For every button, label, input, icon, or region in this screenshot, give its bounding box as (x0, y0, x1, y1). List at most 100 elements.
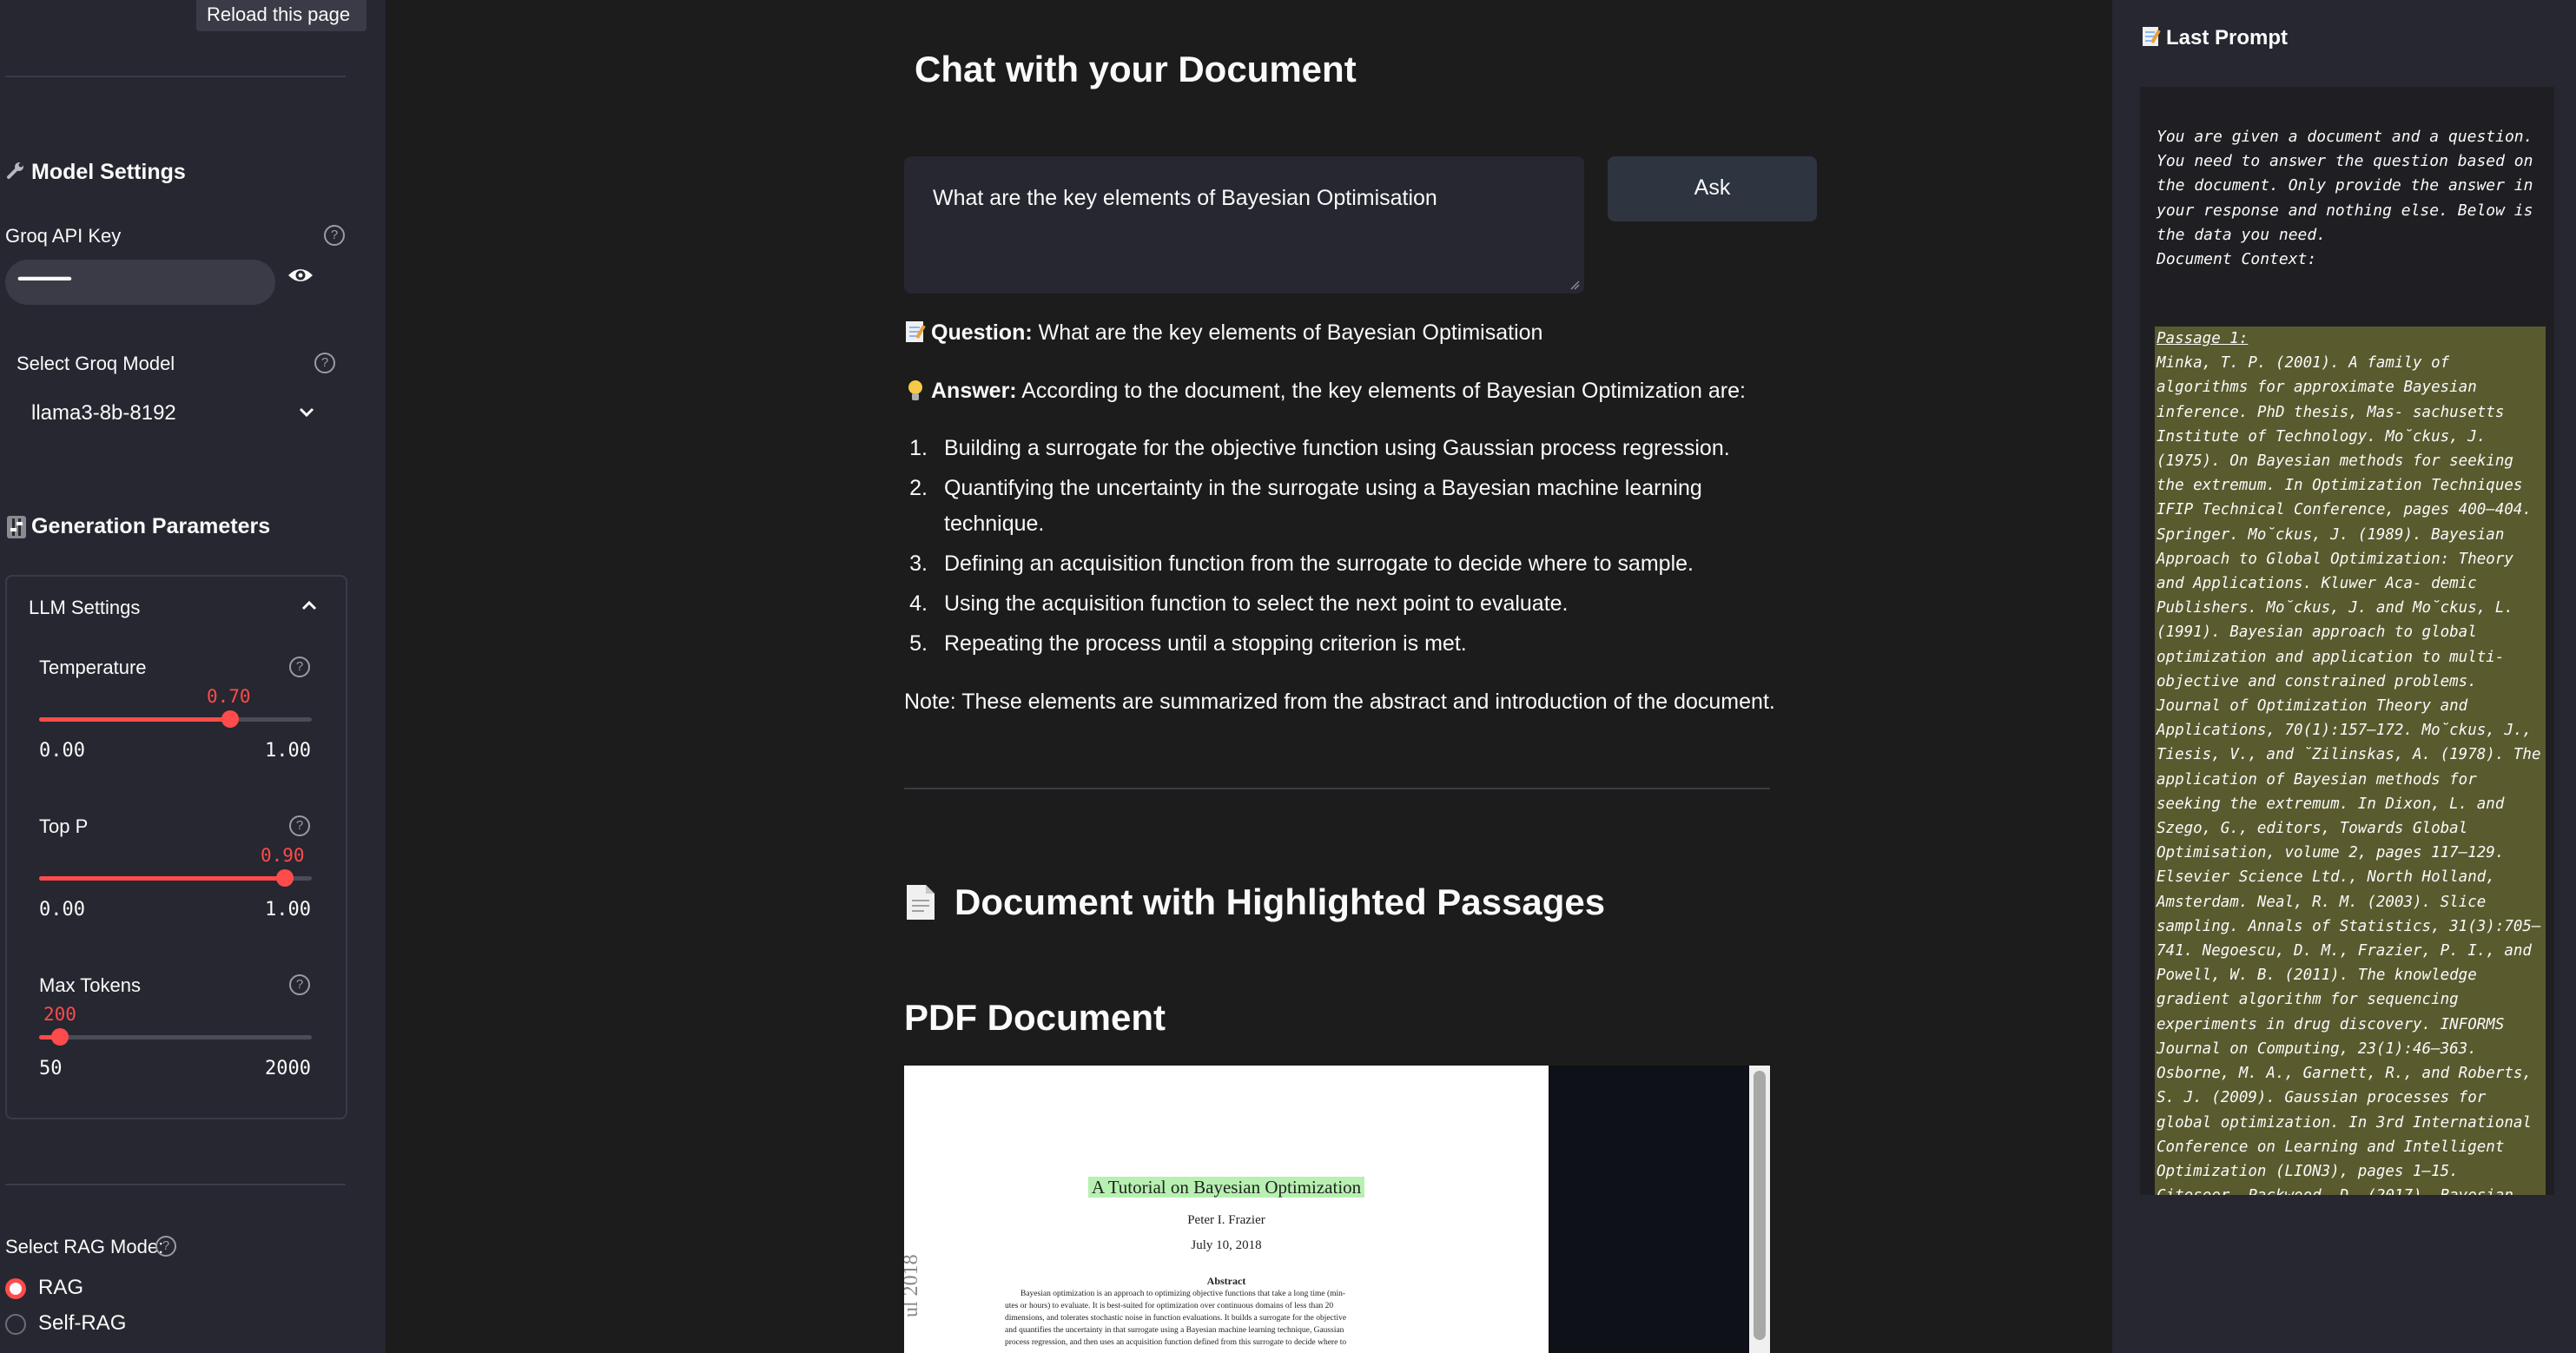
passage-line: Minka, T. P. (2001). A family of (2157, 354, 2450, 373)
pdf-side-text: ul 2018 (904, 1254, 922, 1317)
help-icon[interactable]: ? (324, 225, 345, 246)
passage-line: Publishers. Mo˘ckus, J. and Mo˘ckus, L. (2157, 599, 2513, 617)
pdf-scrollbar[interactable] (1749, 1066, 1770, 1353)
top-p-slider-fill (39, 876, 285, 881)
passage-line: and Applications. Kluwer Aca- demic (2157, 575, 2477, 593)
prompt-line: the data you need. (2157, 225, 2327, 244)
pdf-title: A Tutorial on Bayesian Optimization (904, 1177, 1549, 1198)
passage-line: Powell, W. B. (2011). The knowledge (2157, 967, 2477, 985)
prompt-line: You are given a document and a question. (2157, 128, 2533, 146)
passage-line: algorithms for approximate Bayesian (2157, 379, 2477, 397)
pdf-abstract-line: utes or hours) to evaluate. It is best-s… (1005, 1302, 1334, 1310)
help-icon[interactable]: ? (289, 974, 310, 995)
model-select[interactable]: llama3-8b-8192 (17, 389, 325, 438)
pdf-heading: PDF Document (904, 997, 1166, 1038)
help-icon[interactable]: ? (155, 1236, 176, 1257)
reload-button[interactable]: Reload this page (196, 0, 367, 31)
page-icon (907, 885, 935, 920)
reload-label: Reload this page (207, 3, 351, 25)
answer-item-number: 2. (909, 476, 928, 500)
passage-line: Elsevier Science Ltd., North Holland, (2157, 868, 2495, 887)
passage-line: Optimisation, volume 2, pages 117–129. (2157, 844, 2505, 862)
help-icon[interactable]: ? (289, 815, 310, 836)
chevron-down-icon (299, 407, 314, 418)
passage-line: Approach to Global Optimization: Theory (2157, 550, 2513, 568)
highlighted-passage: Passage 1: Minka, T. P. (2001). A family … (2155, 327, 2546, 1195)
temperature-slider-thumb[interactable] (221, 710, 239, 728)
question-text: What are the key elements of Bayesian Op… (1032, 320, 1543, 345)
answer-label: Answer: (931, 379, 1017, 403)
radio-selected-icon (5, 1278, 26, 1299)
ask-button[interactable]: Ask (1608, 156, 1817, 221)
passage-line: (1991). Bayesian approach to global (2157, 624, 2477, 642)
passage-line: Journal on Computing, 23(1):46–363. (2157, 1040, 2477, 1058)
passage-line: objective and constrained problems. (2157, 672, 2477, 690)
self-rag-option-label: Self-RAG (38, 1311, 127, 1335)
max-tokens-value: 200 (43, 1004, 76, 1025)
resize-handle-icon[interactable] (1569, 280, 1580, 290)
max-tokens-min: 50 (39, 1058, 63, 1079)
passage-lines: Passage 1: Minka, T. P. (2001). A family … (2157, 327, 2546, 1195)
passage-line: optimization and application to multi- (2157, 648, 2505, 666)
eye-icon[interactable] (287, 265, 314, 286)
passage-line: the extremum. In Optimization Techniques (2157, 477, 2523, 495)
prompt-line: You need to answer the question based on (2157, 152, 2533, 171)
passage-line: global optimization. In 3rd Internationa… (2157, 1113, 2532, 1132)
pdf-abstract-line: process regression, and then uses an acq… (1005, 1338, 1347, 1347)
sidebar-divider (5, 1184, 346, 1185)
top-p-slider-thumb[interactable] (276, 869, 294, 887)
radio-unselected-icon (5, 1314, 26, 1335)
passage-line: 741. Negoescu, D. M., Frazier, P. I., an… (2157, 942, 2532, 960)
max-tokens-slider-thumb[interactable] (51, 1028, 69, 1046)
max-tokens-slider-track[interactable] (39, 1035, 312, 1040)
passage-line: inference. PhD thesis, Mas- sachusetts (2157, 403, 2505, 421)
answer-item-number: 5. (909, 631, 928, 656)
answer-item-number: 1. (909, 436, 928, 460)
question-line: Question: What are the key elements of B… (931, 320, 1542, 346)
passage-line: Szego, G., editors, Towards Global (2157, 820, 2468, 838)
temperature-min: 0.00 (39, 740, 85, 762)
passage-line: Institute of Technology. Mo˘ckus, J. (2157, 427, 2487, 446)
pdf-date: July 10, 2018 (1191, 1238, 1262, 1252)
sidebar: Reload this page Model Settings Groq API… (0, 0, 386, 1353)
help-icon[interactable]: ? (289, 657, 310, 677)
top-p-min: 0.00 (39, 899, 85, 921)
self-rag-option[interactable]: Self-RAG (5, 1310, 179, 1338)
passage-line: Optimization (LION3), pages 1–15. (2157, 1162, 2459, 1180)
pdf-abstract-label: Abstract (1206, 1275, 1246, 1287)
passage-line: seeking the extremum. In Dixon, L. and (2157, 795, 2505, 813)
pdf-scrollbar-thumb[interactable] (1754, 1071, 1766, 1340)
answer-item: Building a surrogate for the objective f… (944, 436, 1730, 460)
llm-settings-header[interactable]: LLM Settings (7, 577, 346, 639)
last-prompt-box[interactable]: You are given a document and a question.… (2140, 87, 2554, 1195)
question-input[interactable]: What are the key elements of Bayesian Op… (904, 156, 1584, 294)
pdf-title-text: A Tutorial on Bayesian Optimization (1087, 1177, 1365, 1198)
max-tokens-max: 2000 (265, 1058, 311, 1079)
passage-line: application of Bayesian methods for (2157, 770, 2477, 789)
top-p-value: 0.90 (261, 845, 305, 866)
rag-option[interactable]: RAG (5, 1275, 179, 1303)
sidebar-divider (5, 76, 346, 77)
passage-line: gradient algorithm for sequencing (2157, 991, 2459, 1009)
answer-note: Note: These elements are summarized from… (904, 690, 1775, 714)
answer-item: Repeating the process until a stopping c… (944, 631, 1467, 656)
passage-line: experiments in drug discovery. INFORMS (2157, 1015, 2505, 1033)
llm-settings-title: LLM Settings (29, 597, 141, 618)
rag-option-label: RAG (38, 1276, 84, 1299)
answer-item-number: 4. (909, 591, 928, 616)
memo-icon (906, 321, 926, 342)
prompt-intro: You are given a document and a question.… (2157, 125, 2547, 272)
pdf-author: Peter I. Frazier (1187, 1213, 1265, 1227)
passage-line: Passage 1: (2157, 330, 2249, 347)
temperature-slider-fill (39, 717, 230, 722)
prompt-line: the document. Only provide the answer in (2157, 176, 2533, 195)
passage-line: Amsterdam. Neal, R. M. (2003). Slice (2157, 893, 2487, 911)
api-key-field[interactable]: ••••••••••••••••••••••••••••••••••••••••… (5, 260, 275, 305)
last-prompt-title: Last Prompt (2166, 26, 2289, 50)
ask-button-label: Ask (1694, 175, 1731, 200)
wrench-icon (7, 162, 23, 179)
model-settings-title: Model Settings (31, 160, 186, 184)
answer-item-continued: technique. (944, 512, 1045, 536)
help-icon[interactable]: ? (314, 353, 335, 373)
pdf-viewer[interactable]: A Tutorial on Bayesian Optimization Pete… (904, 1066, 1770, 1353)
